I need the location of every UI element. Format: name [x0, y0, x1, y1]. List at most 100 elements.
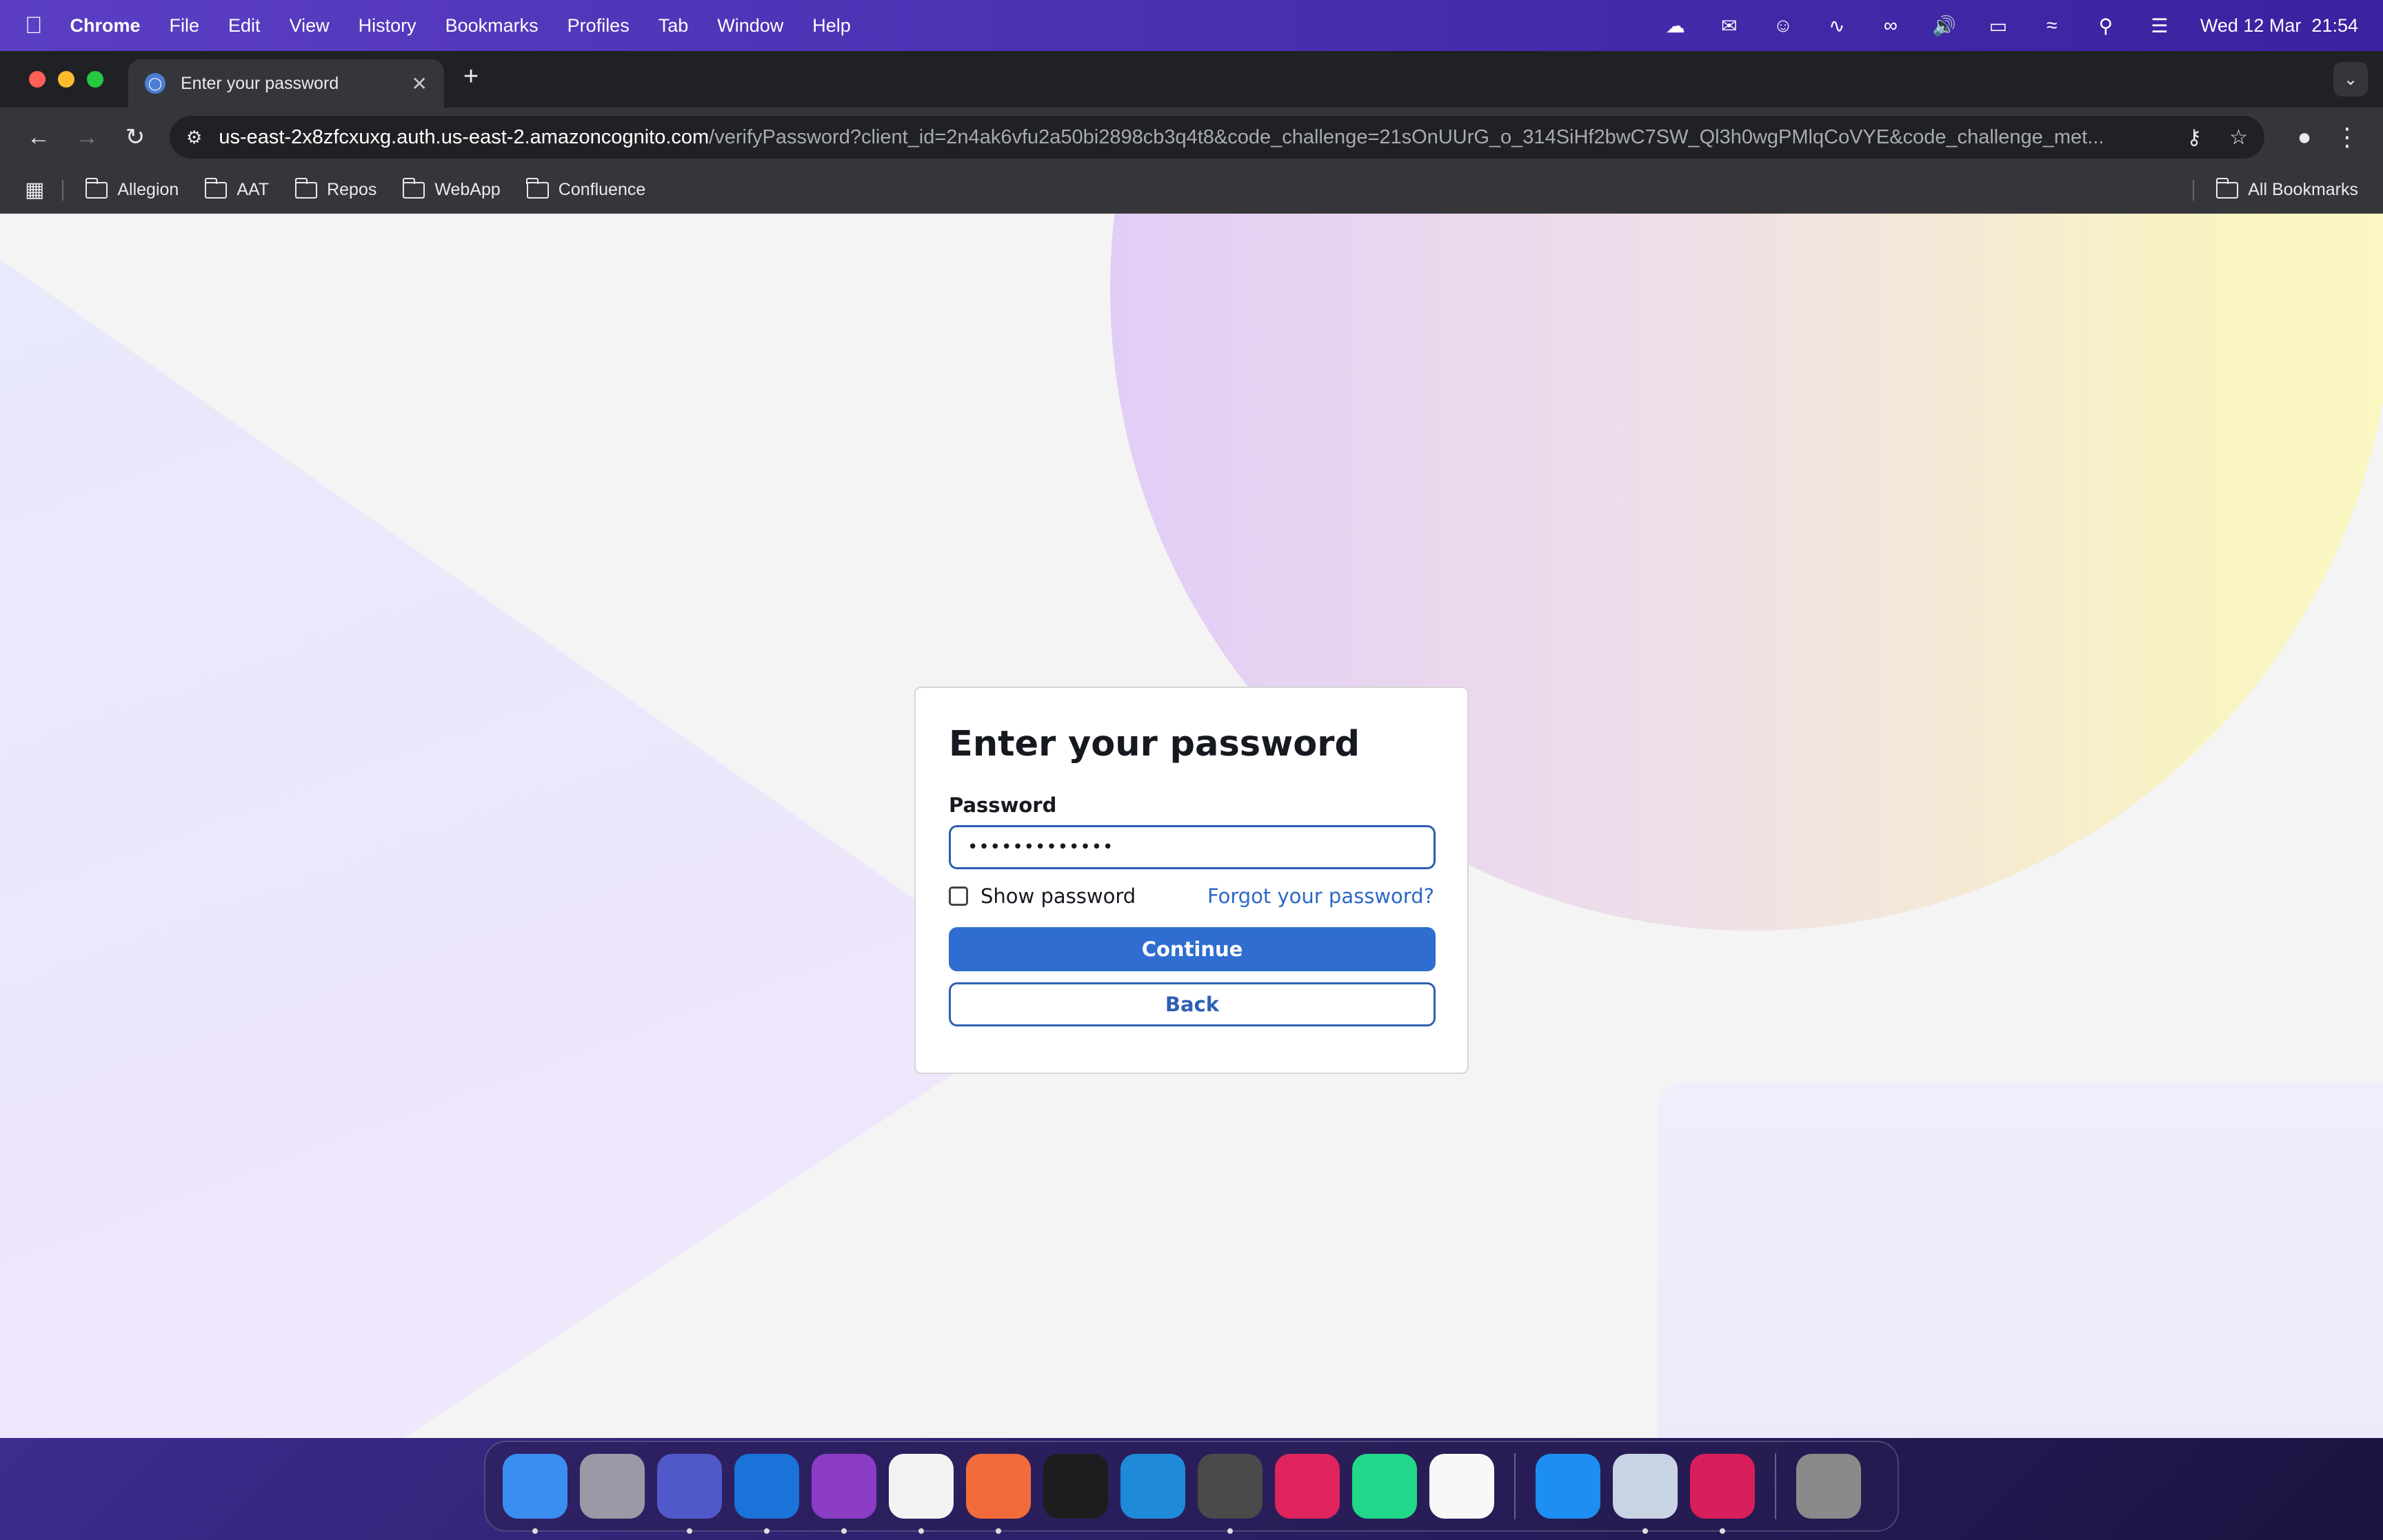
running-indicator [1720, 1528, 1725, 1534]
dock-app-terminal-icon[interactable] [1043, 1454, 1108, 1519]
url-path: /verifyPassword?client_id=2n4ak6vfu2a50b… [709, 125, 2104, 148]
password-label: Password [949, 793, 1057, 817]
bookmark-folder-webapp[interactable]: WebApp [402, 177, 501, 200]
password-input[interactable]: ••••••••••••• [949, 825, 1436, 869]
back-button[interactable]: Back [949, 982, 1436, 1026]
menu-help[interactable]: Help [812, 15, 851, 37]
forgot-password-link[interactable]: Forgot your password? [1207, 884, 1434, 908]
menu-app-chrome[interactable]: Chrome [70, 15, 141, 37]
show-password-label[interactable]: Show password [981, 884, 1136, 908]
battery-icon[interactable]: ▭ [1985, 15, 2011, 37]
dock-app-onenote-icon[interactable] [812, 1454, 876, 1534]
status-area: ☁ ✉ ☺ ∿ ∞ 🔊 ▭ ≈ ⚲ ☰ Wed 12 Mar 21:54 [1662, 14, 2358, 37]
tab-strip: ◯ Enter your password ✕ + ⌄ [0, 51, 2383, 108]
cloud-icon[interactable]: ☁ [1662, 15, 1689, 37]
dock-separator [1514, 1453, 1516, 1519]
running-indicator [841, 1528, 847, 1534]
minimize-window-button[interactable] [58, 71, 74, 88]
dock-app-intellij-icon[interactable] [1275, 1454, 1340, 1519]
reload-icon[interactable]: ↻ [113, 115, 157, 159]
apple-icon[interactable]:  [25, 12, 43, 39]
site-settings-icon[interactable]: ⚙ [186, 127, 202, 148]
menu-view[interactable]: View [290, 15, 330, 37]
dock-app-trash-icon[interactable] [1796, 1454, 1861, 1519]
shield-icon: ◯ [145, 73, 165, 94]
chevron-down-icon[interactable]: ⌄ [2333, 62, 2368, 97]
menu-bookmarks[interactable]: Bookmarks [445, 15, 539, 37]
bookmark-folder-confluence[interactable]: Confluence [526, 177, 645, 200]
show-password-checkbox[interactable] [949, 886, 968, 906]
folder-icon [294, 177, 318, 199]
menu-edit[interactable]: Edit [228, 15, 261, 37]
background-shape-left [0, 259, 1062, 1438]
tab-active[interactable]: ◯ Enter your password ✕ [128, 59, 444, 108]
dock-app-docker-icon[interactable] [1536, 1454, 1600, 1519]
dock-app-vs-code-icon[interactable] [1120, 1454, 1185, 1519]
clock[interactable]: Wed 12 Mar 21:54 [2200, 15, 2358, 37]
all-bookmarks-button[interactable]: All Bookmarks [2193, 177, 2358, 201]
menu-window[interactable]: Window [717, 15, 783, 37]
dock-app-pycharm-icon[interactable] [1352, 1454, 1417, 1519]
search-icon[interactable]: ⚲ [2093, 15, 2119, 37]
back-arrow-icon[interactable]: ← [17, 115, 61, 159]
key-icon[interactable]: ⚷ [2186, 125, 2202, 150]
zoom-window-button[interactable] [87, 71, 103, 88]
running-indicator [1227, 1528, 1233, 1534]
dock-app-postman-icon[interactable] [966, 1454, 1031, 1534]
running-indicator [918, 1528, 924, 1534]
apps-grid-icon[interactable]: ▦ [25, 178, 44, 202]
browser-toolbar: ← → ↻ ⚙ us-east-2x8zfcxuxg.auth.us-east-… [0, 108, 2383, 167]
folder-icon [526, 177, 549, 199]
page-content: Enter your password Password •••••••••••… [0, 214, 2383, 1438]
bookmarks-divider [62, 179, 64, 201]
menu-tab[interactable]: Tab [658, 15, 689, 37]
dock-app-monitor-icon[interactable] [1429, 1454, 1494, 1519]
star-icon[interactable]: ☆ [2229, 125, 2248, 150]
close-window-button[interactable] [29, 71, 46, 88]
dock [484, 1441, 1899, 1534]
close-icon[interactable]: ✕ [412, 72, 428, 95]
bookmarks-bar: ▦ Allegion AAT Repos WebApp Confluence A… [0, 167, 2383, 214]
show-password-toggle[interactable]: Show password [949, 884, 1136, 908]
control-center-icon[interactable]: ☰ [2146, 15, 2173, 37]
wifi-icon[interactable]: ≈ [2039, 14, 2065, 36]
dock-app-rider-icon[interactable] [1690, 1454, 1755, 1534]
window-controls [0, 71, 103, 88]
dock-app-outlook-icon[interactable] [734, 1454, 799, 1534]
folder-icon [402, 177, 425, 199]
menu-file[interactable]: File [170, 15, 200, 37]
teams-status-icon[interactable]: ☺ [1770, 14, 1796, 36]
running-indicator [1642, 1528, 1648, 1534]
new-tab-button[interactable]: + [463, 62, 479, 92]
browser-window: ◯ Enter your password ✕ + ⌄ ← → ↻ ⚙ us-e… [0, 51, 2383, 1438]
bookmark-folder-repos[interactable]: Repos [294, 177, 376, 200]
address-bar[interactable]: ⚙ us-east-2x8zfcxuxg.auth.us-east-2.amaz… [170, 116, 2264, 159]
volume-icon[interactable]: 🔊 [1931, 15, 1958, 37]
menu-history[interactable]: History [359, 15, 416, 37]
folder-icon [204, 177, 228, 199]
activity-icon[interactable]: ∿ [1824, 15, 1850, 37]
running-indicator [996, 1528, 1001, 1534]
more-menu-icon[interactable]: ⋮ [2328, 118, 2366, 156]
dock-app-sublime-icon[interactable] [1198, 1454, 1263, 1534]
dock-app-finder-icon[interactable] [503, 1454, 567, 1534]
bookmarks-divider [2193, 179, 2195, 201]
dock-app-launchpad-icon[interactable] [580, 1454, 645, 1519]
menu-profiles[interactable]: Profiles [567, 15, 630, 37]
forward-arrow-icon[interactable]: → [65, 115, 109, 159]
dock-app-chrome-icon[interactable] [889, 1454, 954, 1534]
tab-title: Enter your password [181, 73, 339, 93]
outlook-status-icon[interactable]: ✉ [1716, 15, 1742, 37]
link-icon[interactable]: ∞ [1878, 14, 1904, 36]
url-host: us-east-2x8zfcxuxg.auth.us-east-2.amazon… [219, 125, 710, 148]
bookmark-folder-allegion[interactable]: Allegion [85, 177, 179, 200]
password-options-row: Show password Forgot your password? [949, 879, 1434, 913]
profile-icon[interactable]: ● [2285, 118, 2324, 156]
dock-app-teams-icon[interactable] [657, 1454, 722, 1534]
continue-button[interactable]: Continue [949, 927, 1436, 971]
bookmark-folder-aat[interactable]: AAT [204, 177, 269, 200]
menu-bar:  Chrome File Edit View History Bookmark… [0, 0, 2383, 51]
running-indicator [764, 1528, 770, 1534]
login-card: Enter your password Password •••••••••••… [914, 687, 1469, 1074]
dock-app-preview-icon[interactable] [1613, 1454, 1678, 1534]
